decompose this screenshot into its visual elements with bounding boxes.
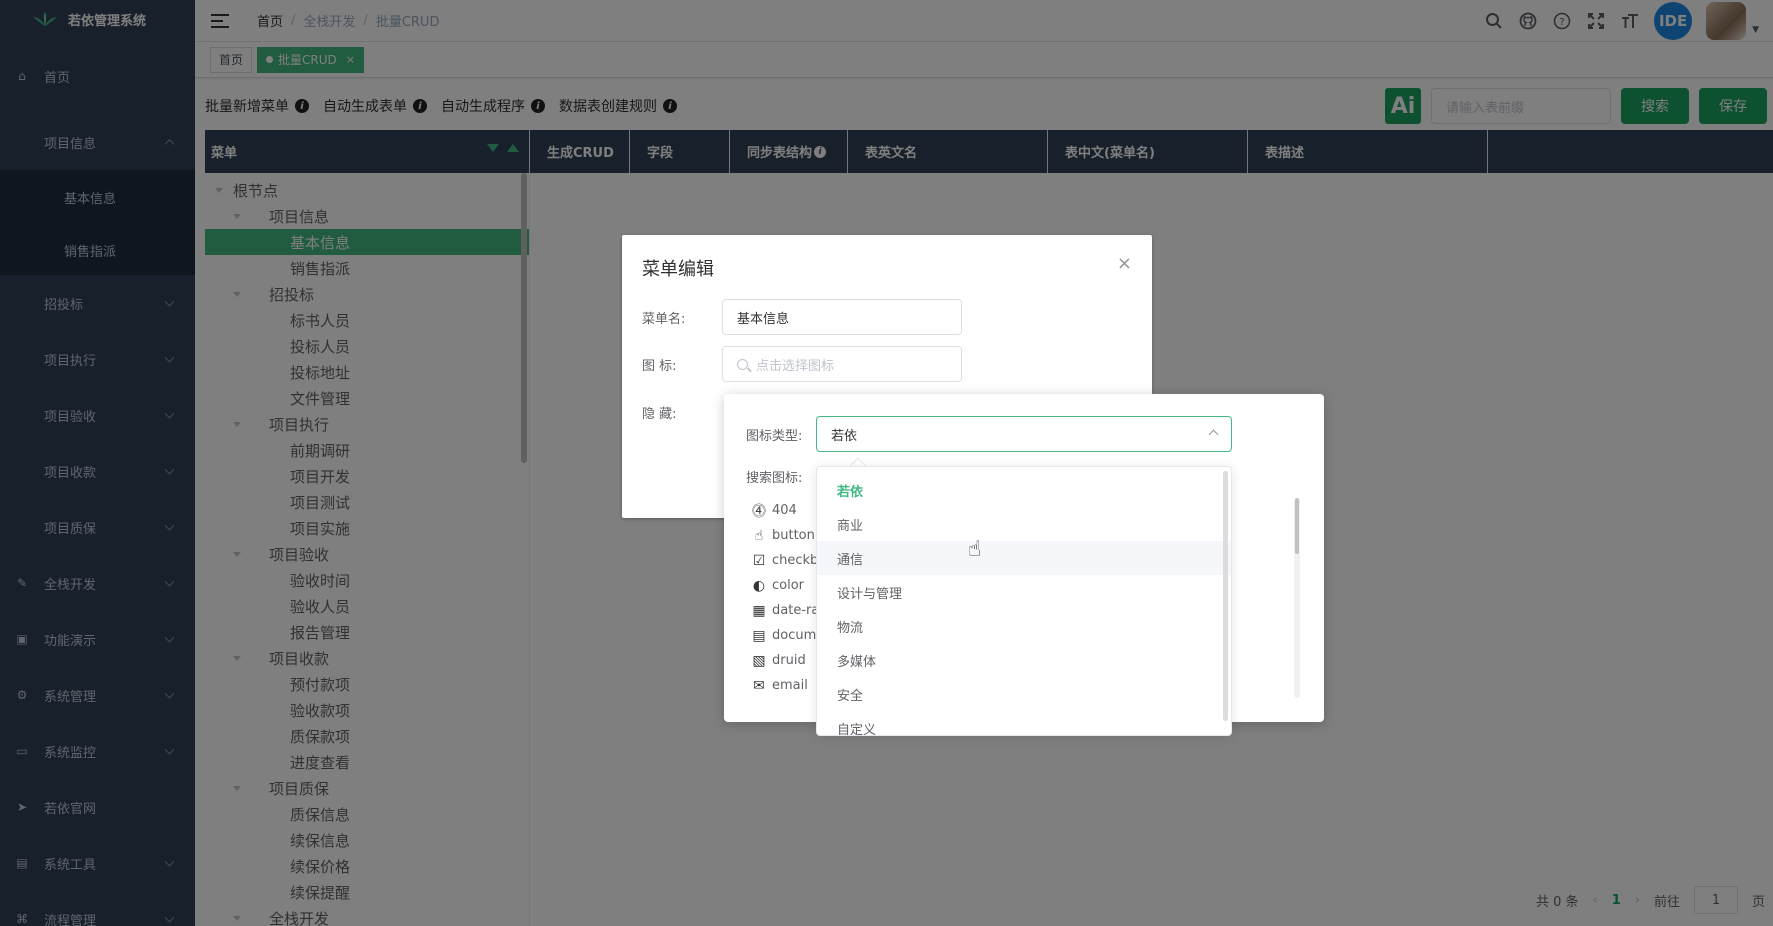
dropdown-option[interactable]: 设计与管理 — [817, 575, 1231, 609]
icon-type-label: 图标类型: — [746, 429, 803, 444]
close-icon[interactable]: × — [1117, 253, 1132, 274]
icon-placeholder: 点击选择图标 — [756, 358, 835, 374]
dropdown-option[interactable]: 若依 — [817, 473, 1231, 507]
icon-list: ⓸ 404 ☝ button ☑ checkb ◐ color ▦ date-ra ▤ docum ▧ d… — [750, 498, 819, 698]
icon-list-scrollbar[interactable] — [1295, 498, 1299, 554]
icon-label: 图 标: — [642, 359, 677, 374]
documentation-icon: ▤ — [752, 627, 766, 644]
icon-option[interactable]: ☑ checkb — [750, 548, 819, 573]
dropdown-option[interactable]: 多媒体 — [817, 643, 1231, 677]
dropdown-scrollbar[interactable] — [1223, 471, 1228, 721]
dropdown-options: 若依 商业 通信 设计与管理 物流 多媒体 安全 自定义 — [817, 467, 1231, 736]
menu-name-label: 菜单名: — [642, 312, 686, 327]
icon-select-input[interactable]: 点击选择图标 — [722, 346, 962, 382]
chevron-up-icon — [1208, 429, 1219, 440]
icon-option[interactable]: ✉ email — [750, 673, 819, 698]
icon-type-value: 若依 — [831, 428, 858, 444]
icon-option[interactable]: ☝ button — [750, 523, 819, 548]
search-icon — [737, 358, 748, 370]
dropdown-option[interactable]: 通信 — [817, 541, 1231, 575]
druid-icon: ▧ — [752, 652, 766, 669]
icon-option-label: date-ra — [772, 603, 820, 618]
date-range-icon: ▦ — [752, 602, 766, 619]
dialog-title: 菜单编辑 — [642, 259, 714, 280]
menu-name-input[interactable]: 基本信息 — [722, 299, 962, 335]
hidden-label: 隐 藏: — [642, 407, 677, 422]
icon-option[interactable]: ▦ date-ra — [750, 598, 819, 623]
dropdown-option[interactable]: 自定义 — [817, 711, 1231, 736]
icon-option-label: druid — [772, 653, 806, 668]
icon-option[interactable]: ▤ docum — [750, 623, 819, 648]
checkbox-icon: ☑ — [752, 552, 766, 569]
icon-option-label: color — [772, 578, 805, 593]
icon-option[interactable]: ◐ color — [750, 573, 819, 598]
icon-option-label: checkb — [772, 553, 819, 568]
icon-type-dropdown: 若依 商业 通信 设计与管理 物流 多媒体 安全 自定义 — [816, 466, 1232, 736]
icon-option[interactable]: ▧ druid — [750, 648, 819, 673]
button-icon: ☝ — [754, 527, 764, 544]
search-icon-label: 搜索图标: — [746, 471, 803, 486]
color-icon: ◐ — [752, 577, 766, 594]
hand-cursor-icon: ☝ — [968, 537, 982, 562]
email-icon: ✉ — [753, 677, 765, 694]
icon-option-label: 404 — [772, 503, 797, 518]
icon-option[interactable]: ⓸ 404 — [750, 498, 819, 523]
icon-option-label: docum — [772, 628, 817, 643]
dropdown-option[interactable]: 商业 — [817, 507, 1231, 541]
icon-option-label: email — [772, 678, 808, 693]
dropdown-option[interactable]: 物流 — [817, 609, 1231, 643]
icon-type-select[interactable]: 若依 — [816, 416, 1232, 452]
icon-option-label: button — [772, 528, 815, 543]
404-icon: ⓸ — [752, 503, 766, 520]
menu-name-value: 基本信息 — [737, 311, 790, 327]
dropdown-option[interactable]: 安全 — [817, 677, 1231, 711]
